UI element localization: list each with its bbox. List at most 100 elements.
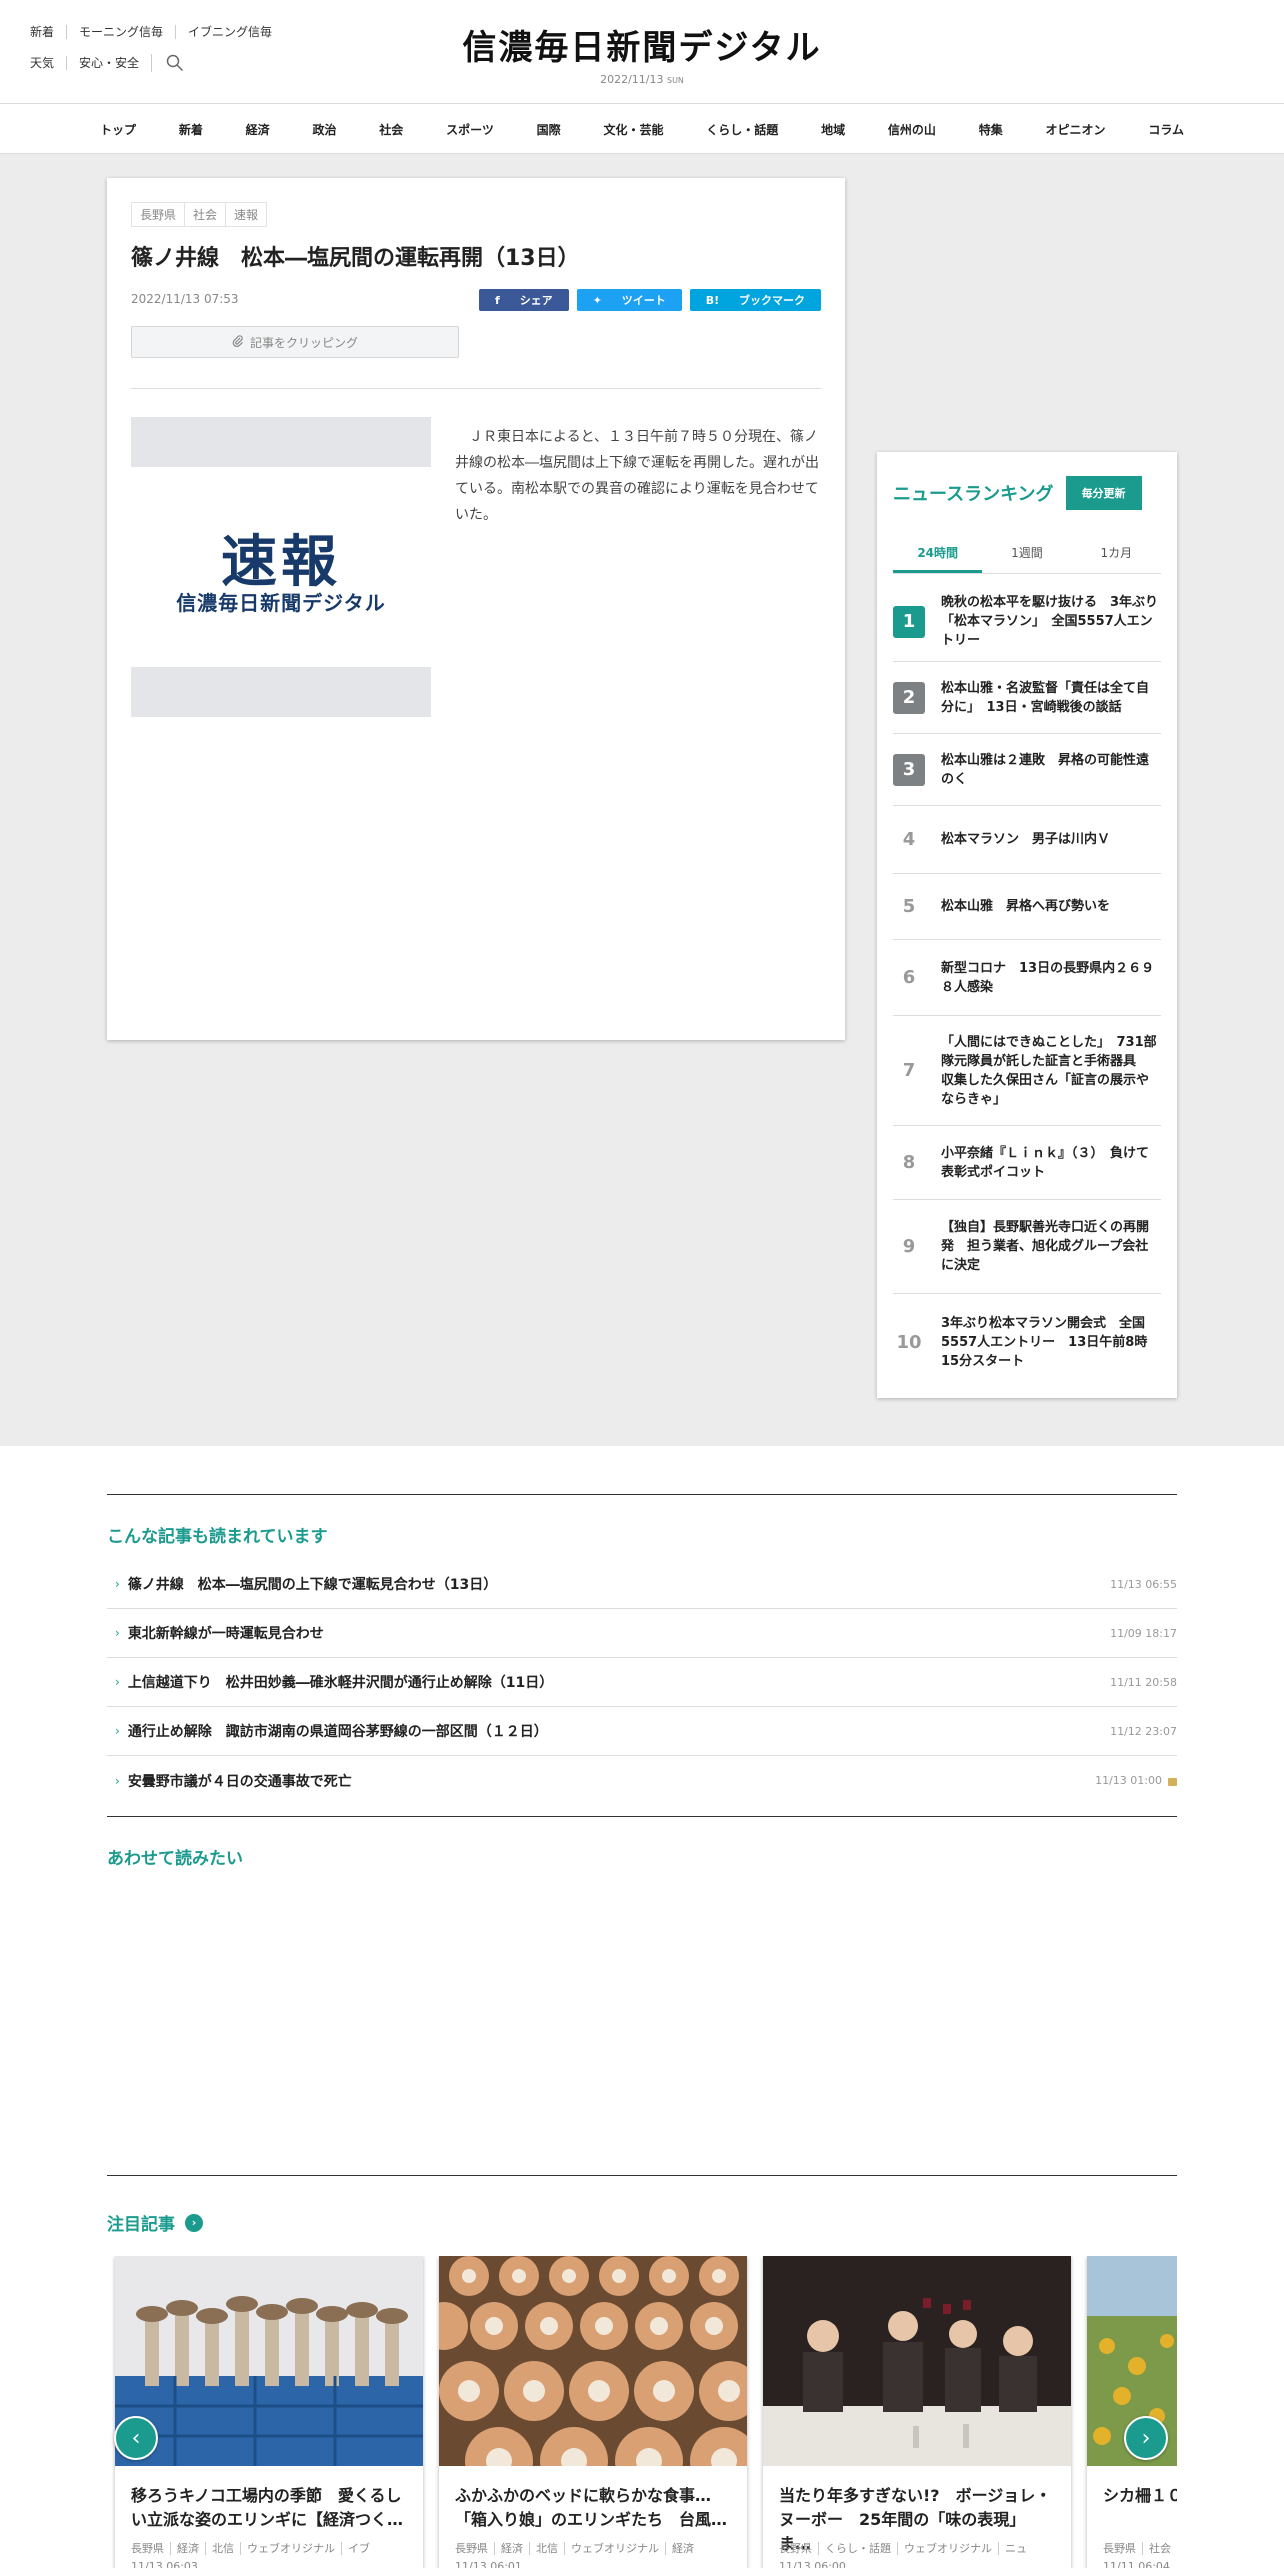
card-tags: 長野県 くらし・話題 ウェブオリジナル ニュ bbox=[779, 2540, 1063, 2556]
tab-1month[interactable]: 1カ月 bbox=[1072, 538, 1161, 573]
related-item-time: 11/13 01:00 bbox=[1095, 1774, 1177, 1787]
ranking-item-text: 【独自】長野駅善光寺口近くの再開発 担う業者、旭化成グループ会社に決定 bbox=[941, 1220, 1150, 1273]
card-title: ふかふかのベッドに軟らかな食事…「箱入り娘」のエリンギたち 台風… bbox=[455, 2486, 728, 2529]
rank-number: 7 bbox=[902, 1060, 916, 1081]
featured-title[interactable]: 注目記事 › bbox=[107, 2210, 203, 2235]
tab-24h[interactable]: 24時間 bbox=[893, 538, 983, 573]
nav-top[interactable]: トップ bbox=[92, 121, 144, 138]
tab-1week[interactable]: 1週間 bbox=[982, 538, 1071, 573]
chevron-right-icon: › bbox=[115, 1577, 120, 1591]
lock-icon bbox=[1168, 1777, 1177, 1786]
section-divider bbox=[107, 2175, 1177, 2176]
nav-new[interactable]: 新着 bbox=[171, 121, 211, 138]
clip-article-button[interactable]: 記事をクリッピング bbox=[131, 326, 459, 358]
tag-nagano[interactable]: 長野県 bbox=[131, 202, 186, 227]
chevron-left-icon: ‹ bbox=[131, 2425, 141, 2451]
site-header: 新着 モーニング信毎 イブニング信毎 天気 安心・安全 信濃毎日新聞デジタル 2… bbox=[0, 0, 1284, 104]
image-bottom-bar bbox=[131, 667, 431, 717]
nav-society[interactable]: 社会 bbox=[371, 121, 411, 138]
ranking-item-text: 松本山雅は２連敗 昇格の可能性遠のく bbox=[941, 752, 1150, 787]
ranking-tabs: 24時間 1週間 1カ月 bbox=[893, 538, 1161, 574]
ranking-item[interactable]: 1 晩秋の松本平を駆け抜ける 3年ぶり「松本マラソン」 全国5557人エントリー bbox=[893, 582, 1161, 662]
facebook-share-button[interactable]: f シェア bbox=[479, 289, 569, 311]
ranking-item[interactable]: 3 松本山雅は２連敗 昇格の可能性遠のく bbox=[893, 734, 1161, 806]
featured-card[interactable]: ふかふかのベッドに軟らかな食事…「箱入り娘」のエリンギたち 台風… 長野県 経済北… bbox=[439, 2256, 747, 2568]
nav-features[interactable]: 特集 bbox=[971, 121, 1011, 138]
ranking-item[interactable]: 5 松本山雅 昇格へ再び勢いを bbox=[893, 874, 1161, 940]
chevron-right-icon: › bbox=[115, 1675, 120, 1689]
ranking-update-badge: 毎分更新 bbox=[1065, 476, 1142, 510]
site-logo[interactable]: 信濃毎日新聞デジタル 2022/11/13 SUN bbox=[0, 20, 1284, 86]
image-top-bar bbox=[131, 417, 431, 467]
ranking-item-text: 松本山雅 昇格へ再び勢いを bbox=[941, 899, 1111, 914]
ranking-item-text: 晩秋の松本平を駆け抜ける 3年ぶり「松本マラソン」 全国5557人エントリー bbox=[941, 595, 1159, 648]
related-item[interactable]: › 安曇野市議が４日の交通事故で死亡 11/13 01:00 bbox=[107, 1756, 1177, 1805]
related-item-time: 11/12 23:07 bbox=[1110, 1724, 1177, 1738]
tweet-button[interactable]: ✦ ツイート bbox=[576, 289, 682, 311]
card-image-mushroom-bottles bbox=[439, 2256, 747, 2466]
related-item[interactable]: › 篠ノ井線 松本―塩尻間の上下線で運転見合わせ（13日） 11/13 06:55 bbox=[107, 1560, 1177, 1609]
ranking-item-text: 3年ぶり松本マラソン開会式 全国5557人エントリー 13日午前8時15分スター… bbox=[941, 1315, 1148, 1369]
rank-number: 5 bbox=[902, 896, 916, 917]
related-item-title: 篠ノ井線 松本―塩尻間の上下線で運転見合わせ（13日） bbox=[127, 1577, 498, 1593]
also-read-title: あわせて読みたい bbox=[107, 1849, 243, 1869]
hatena-bookmark-button[interactable]: B! ブックマーク bbox=[689, 289, 821, 311]
ranking-item[interactable]: 9 【独自】長野駅善光寺口近くの再開発 担う業者、旭化成グループ会社に決定 bbox=[893, 1200, 1161, 1294]
card-date: 11/11 06:04 bbox=[1103, 2560, 1170, 2568]
featured-card[interactable]: 移ろうキノコ工場内の季節 愛くるしい立派な姿のエリンギに【経済つく… 長野県 経済… bbox=[115, 2256, 423, 2568]
chevron-right-icon: › bbox=[115, 1724, 120, 1738]
nav-sports[interactable]: スポーツ bbox=[438, 121, 502, 138]
ranking-item-text: 新型コロナ 13日の長野県内２６９８人感染 bbox=[941, 960, 1155, 995]
carousel-prev-button[interactable]: ‹ bbox=[114, 2416, 158, 2460]
ranking-item[interactable]: 4 松本マラソン 男子は川内Ｖ bbox=[893, 806, 1161, 874]
related-title: こんな記事も読まれています bbox=[107, 1527, 328, 1547]
related-item[interactable]: › 上信越道下り 松井田妙義―碓氷軽井沢間が通行止め解除（11日） 11/11 20… bbox=[107, 1658, 1177, 1707]
nav-international[interactable]: 国際 bbox=[529, 121, 569, 138]
related-item[interactable]: › 通行止め解除 諏訪市湖南の県道岡谷茅野線の一部区間（１２日） 11/12 23:… bbox=[107, 1707, 1177, 1756]
ranking-item-text: 小平奈緒『Ｌｉｎｋ』（３） 負けて表彰式ポイコット bbox=[941, 1145, 1150, 1180]
tag-breaking[interactable]: 速報 bbox=[226, 202, 268, 227]
featured-card[interactable]: シカ柵１０〈山と人と 長野県社会 11/11 06:04 bbox=[1087, 2256, 1177, 2568]
article-title: 篠ノ井線 松本―塩尻間の運転再開（13日） bbox=[131, 246, 580, 271]
ranking-item[interactable]: 6 新型コロナ 13日の長野県内２６９８人感染 bbox=[893, 940, 1161, 1016]
card-tags: 長野県 社会 bbox=[1103, 2540, 1177, 2556]
nav-region[interactable]: 地域 bbox=[813, 121, 853, 138]
nav-economy[interactable]: 経済 bbox=[238, 121, 278, 138]
nav-opinion[interactable]: オピニオン bbox=[1038, 121, 1114, 138]
nav-life[interactable]: くらし・話題 bbox=[698, 121, 786, 138]
related-item-title: 安曇野市議が４日の交通事故で死亡 bbox=[127, 1773, 352, 1790]
nav-politics[interactable]: 政治 bbox=[304, 121, 344, 138]
nav-column[interactable]: コラム bbox=[1140, 121, 1192, 138]
chevron-right-icon: › bbox=[1141, 2425, 1151, 2451]
related-item-title: 上信越道下り 松井田妙義―碓氷軽井沢間が通行止め解除（11日） bbox=[127, 1675, 554, 1691]
chevron-right-icon: › bbox=[115, 1773, 120, 1788]
rank-number: 10 bbox=[896, 1331, 922, 1353]
ranking-item[interactable]: 8 小平奈緒『Ｌｉｎｋ』（３） 負けて表彰式ポイコット bbox=[893, 1126, 1161, 1200]
card-image-mushrooms bbox=[115, 2256, 423, 2466]
related-item-time: 11/13 06:55 bbox=[1110, 1577, 1177, 1591]
tag-society[interactable]: 社会 bbox=[185, 202, 227, 227]
ranking-item[interactable]: 2 松本山雅・名波監督「責任は全て自分に」 13日・宮崎戦後の談話 bbox=[893, 662, 1161, 734]
nav-mountains[interactable]: 信州の山 bbox=[880, 121, 944, 138]
nav-culture[interactable]: 文化・芸能 bbox=[595, 121, 671, 138]
chevron-right-circle-icon[interactable]: › bbox=[185, 2213, 203, 2232]
ranking-item-text: 松本山雅・名波監督「責任は全て自分に」 13日・宮崎戦後の談話 bbox=[941, 680, 1150, 715]
article-divider bbox=[131, 388, 821, 389]
chevron-right-icon: › bbox=[115, 1626, 120, 1640]
news-ranking: ニュースランキング 毎分更新 24時間 1週間 1カ月 1 晩秋の松本平を駆け抜け… bbox=[877, 452, 1177, 1398]
card-image-wine-toast bbox=[763, 2256, 1071, 2466]
ranking-list: 1 晩秋の松本平を駆け抜ける 3年ぶり「松本マラソン」 全国5557人エントリー … bbox=[893, 582, 1161, 1390]
card-date: 11/13 06:03 bbox=[131, 2560, 198, 2568]
main-nav: トップ 新着 経済 政治 社会 スポーツ 国際 文化・芸能 くらし・話題 地域 … bbox=[0, 104, 1284, 154]
header-date: 2022/11/13 SUN bbox=[600, 73, 684, 86]
ranking-item[interactable]: 10 3年ぶり松本マラソン開会式 全国5557人エントリー 13日午前8時15分ス… bbox=[893, 1294, 1161, 1390]
featured-card[interactable]: 当たり年多すぎない!? ボージョレ・ヌーボー 25年間の「味の表現」ま… 長野県… bbox=[763, 2256, 1071, 2568]
related-item[interactable]: › 東北新幹線が一時運転見合わせ 11/09 18:17 bbox=[107, 1609, 1177, 1658]
ranking-item[interactable]: 7 「人間にはできぬことした」 731部隊元隊員が託した証言と手術器具 収集した久… bbox=[893, 1016, 1161, 1126]
card-title: シカ柵１０〈山と人と bbox=[1103, 2486, 1177, 2505]
carousel-next-button[interactable]: › bbox=[1124, 2416, 1168, 2460]
card-date: 11/13 06:01 bbox=[455, 2560, 522, 2568]
card-title: 移ろうキノコ工場内の季節 愛くるしい立派な姿のエリンギに【経済つく… bbox=[131, 2486, 404, 2529]
facebook-icon: f bbox=[495, 294, 500, 307]
rank-number: 6 bbox=[902, 967, 916, 988]
